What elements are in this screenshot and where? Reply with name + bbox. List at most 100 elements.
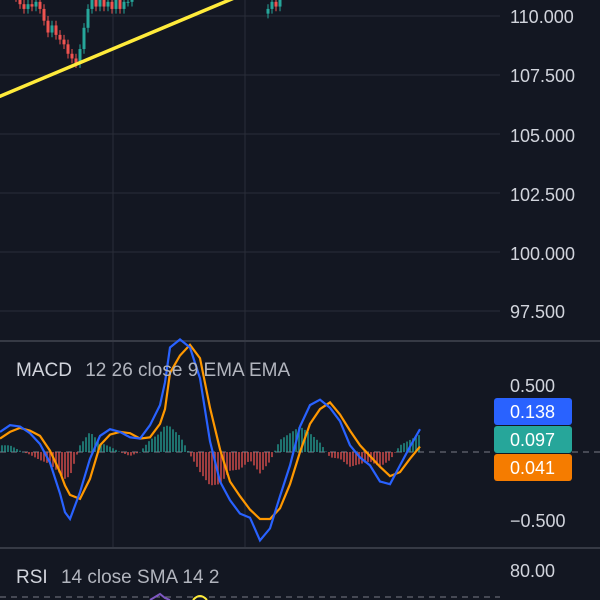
macd-histogram-bar xyxy=(118,451,120,452)
candle-body xyxy=(270,1,274,9)
macd-badge-value: 0.138 xyxy=(510,402,555,422)
macd-histogram-bar xyxy=(112,448,114,452)
macd-histogram-bar xyxy=(181,439,183,452)
candle-body xyxy=(46,20,50,33)
macd-histogram-bar xyxy=(187,450,189,452)
macd-value-badge: 0.138 xyxy=(494,398,572,425)
price-tick-97-5: 97.500 xyxy=(510,302,565,322)
macd-params: 12 26 close 9 EMA EMA xyxy=(85,360,290,381)
macd-histogram-bar xyxy=(154,436,156,452)
macd-name: MACD xyxy=(16,360,72,381)
price-tick-110: 110.000 xyxy=(510,7,574,27)
candle-body xyxy=(30,4,34,7)
macd-histogram-bar xyxy=(133,452,135,455)
macd-histogram-bar xyxy=(1,445,3,452)
rsi-params: 14 close SMA 14 2 xyxy=(61,567,219,588)
rsi-title[interactable]: RSI 14 close SMA 14 2 xyxy=(16,567,219,588)
macd-histogram-bar xyxy=(196,452,198,467)
macd-histogram-bar xyxy=(145,444,147,452)
macd-histogram-bar xyxy=(286,435,288,452)
macd-histogram-bar xyxy=(241,452,243,468)
macd-tick-0-5: 0.500 xyxy=(510,376,555,396)
macd-histogram-bar xyxy=(148,441,150,452)
macd-histogram-bar xyxy=(193,452,195,462)
macd-histogram-bar xyxy=(319,442,321,452)
price-tick-102-5: 102.500 xyxy=(510,185,575,205)
macd-histogram-bar xyxy=(307,431,309,452)
macd-histogram-bar xyxy=(61,452,63,476)
macd-histogram-bar xyxy=(40,452,42,461)
macd-histogram-bar xyxy=(64,452,66,479)
price-tick-107-5: 107.500 xyxy=(510,66,575,86)
macd-histogram-bar xyxy=(205,452,207,481)
candle-body xyxy=(38,1,42,9)
candle-body xyxy=(274,1,278,7)
macd-histogram-bar xyxy=(85,437,87,452)
macd-histogram-bar xyxy=(208,452,210,485)
macd-histogram-bar xyxy=(232,452,234,471)
macd-histogram-bar xyxy=(79,445,81,452)
macd-histogram-bar xyxy=(160,431,162,452)
candle-body xyxy=(90,0,94,9)
macd-histogram-bar xyxy=(13,447,15,452)
macd-histogram-bar xyxy=(109,446,111,452)
candle-body xyxy=(18,0,22,5)
macd-histogram-bar xyxy=(67,452,69,478)
macd-histogram-bar xyxy=(163,426,165,452)
macd-histogram-bar xyxy=(178,434,180,452)
candle-body xyxy=(266,8,270,14)
macd-histogram-bar xyxy=(268,452,270,463)
macd-histogram-bar xyxy=(229,452,231,471)
candle-body xyxy=(114,0,118,9)
signal-value-badge: 0.041 xyxy=(494,454,572,481)
candle-body xyxy=(54,25,58,35)
macd-histogram-bar xyxy=(256,452,258,470)
macd-histogram-bar xyxy=(103,444,105,452)
macd-histogram-bar xyxy=(76,452,78,455)
macd-histogram-bar xyxy=(235,452,237,470)
macd-histogram-bar xyxy=(316,439,318,452)
candle-body xyxy=(82,27,86,50)
macd-histogram-bar xyxy=(34,452,36,458)
macd-histogram-bar xyxy=(136,452,138,454)
macd-histogram-bar xyxy=(139,452,141,453)
rsi-tick-80: 80.00 xyxy=(510,561,555,581)
macd-histogram-bar xyxy=(352,452,354,466)
macd-histogram-bar xyxy=(199,452,201,473)
macd-histogram-bar xyxy=(400,444,402,452)
macd-histogram-bar xyxy=(313,436,315,452)
macd-histogram-bar xyxy=(325,451,327,452)
macd-histogram-bar xyxy=(166,425,168,452)
candle-body xyxy=(62,39,66,45)
candle-body xyxy=(66,44,70,54)
macd-histogram-bar xyxy=(337,452,339,459)
macd-histogram-bar xyxy=(151,438,153,452)
macd-histogram-bar xyxy=(262,452,264,470)
candle-body xyxy=(42,8,46,21)
macd-histogram-bar xyxy=(31,452,33,456)
candle-body xyxy=(126,1,130,3)
trading-chart[interactable]: 110.000 107.500 105.000 102.500 100.000 … xyxy=(0,0,600,600)
macd-title[interactable]: MACD 12 26 close 9 EMA EMA xyxy=(16,360,290,381)
macd-histogram-bar xyxy=(340,452,342,460)
candle-body xyxy=(118,0,122,9)
macd-histogram-bar xyxy=(346,452,348,465)
histogram-badge-value: 0.097 xyxy=(510,430,555,450)
candle-body xyxy=(106,1,110,7)
macd-histogram-bar xyxy=(16,449,18,452)
macd-histogram-bar xyxy=(271,452,273,458)
macd-histogram-bar xyxy=(277,444,279,452)
macd-histogram-bar xyxy=(391,452,393,458)
macd-histogram-bar xyxy=(175,432,177,452)
signal-badge-value: 0.041 xyxy=(510,458,555,478)
macd-histogram-bar xyxy=(70,452,72,474)
macd-histogram-bar xyxy=(394,452,396,453)
macd-tick-neg-0-5: −0.500 xyxy=(510,511,566,531)
macd-histogram-bar xyxy=(211,452,213,486)
macd-histogram-bar xyxy=(73,452,75,464)
macd-histogram-bar xyxy=(328,452,330,456)
macd-histogram-bar xyxy=(280,439,282,452)
candle-body xyxy=(278,0,282,7)
macd-histogram-bar xyxy=(397,448,399,452)
candle-body xyxy=(94,0,98,7)
